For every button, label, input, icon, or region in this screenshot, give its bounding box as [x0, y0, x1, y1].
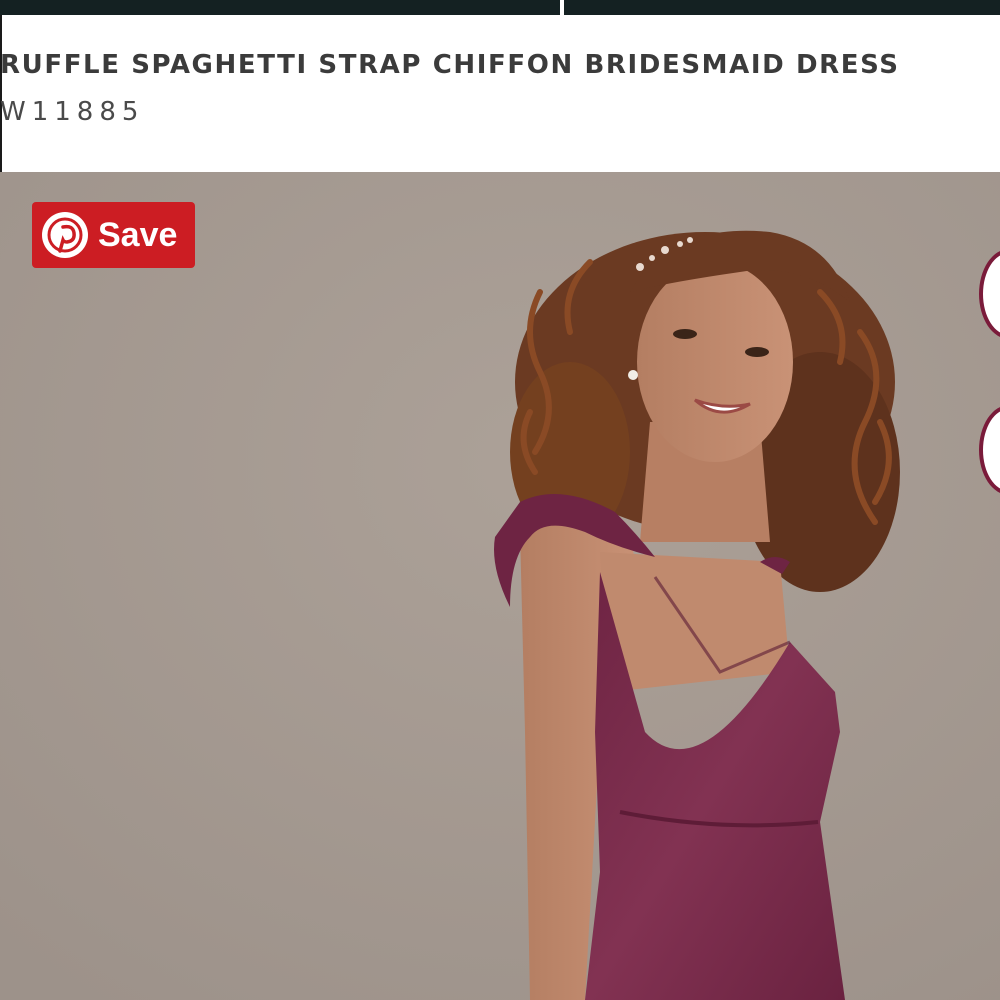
pinterest-save-button[interactable]: Save	[32, 202, 195, 268]
save-label: Save	[98, 215, 178, 254]
left-edge-border	[0, 15, 2, 172]
product-image[interactable]	[0, 172, 1000, 1000]
style-number: W11885	[0, 97, 145, 127]
pinterest-icon	[42, 212, 88, 258]
model-illustration	[0, 172, 1000, 1000]
top-navigation-bar	[0, 0, 1000, 15]
top-bar-divider	[560, 0, 564, 15]
product-title: RUFFLE SPAGHETTI STRAP CHIFFON BRIDESMAI…	[0, 50, 900, 80]
